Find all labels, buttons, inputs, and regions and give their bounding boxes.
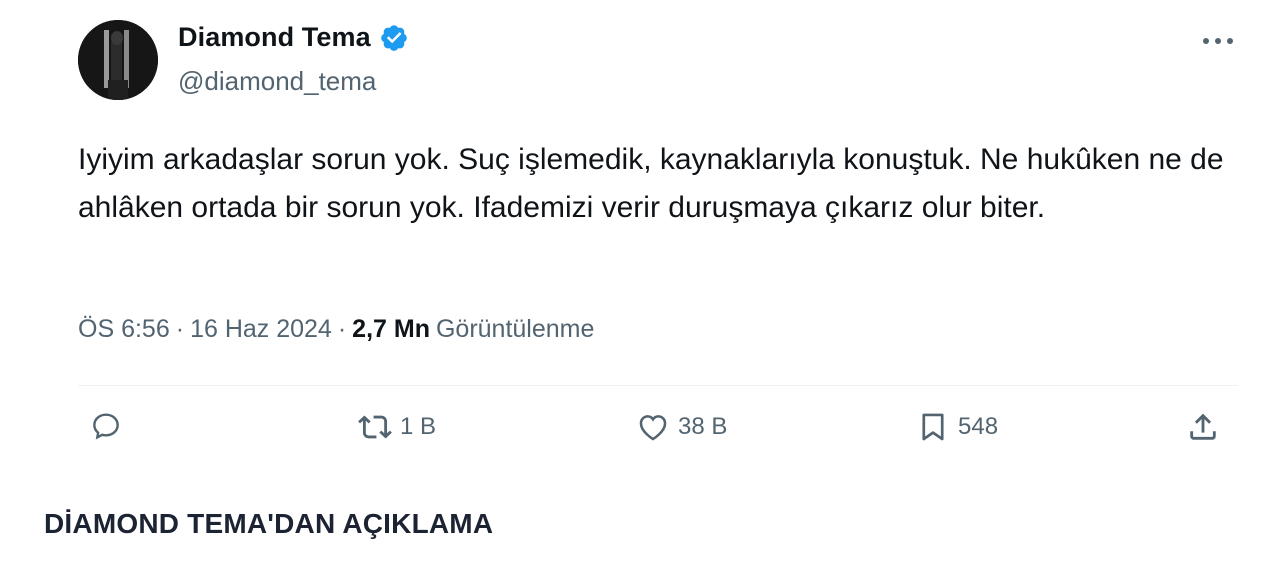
like-icon — [636, 410, 670, 444]
tweet-text: Iyiyim arkadaşlar sorun yok. Suç işlemed… — [78, 143, 1224, 224]
bookmark-count: 548 — [958, 413, 999, 440]
views-label: Görüntülenme — [435, 315, 595, 343]
like-count: 38 B — [678, 413, 728, 440]
views-count: 2,7 Mn — [352, 315, 430, 343]
tweet-card: Diamond Tema @diamond_tema Iyiyim arkada… — [0, 0, 1280, 500]
meta-separator: · — [175, 315, 185, 343]
reply-button[interactable] — [90, 410, 130, 442]
more-icon[interactable] — [1198, 26, 1238, 56]
author-display-name[interactable]: Diamond Tema — [178, 22, 371, 53]
tweet-time[interactable]: ÖS 6:56 — [78, 315, 170, 344]
divider — [78, 385, 1238, 386]
author-handle[interactable]: @diamond_tema — [178, 66, 376, 97]
avatar[interactable] — [78, 20, 158, 100]
caption-heading: DİAMOND TEMA'DAN AÇIKLAMA — [44, 508, 494, 539]
retweet-count: 1 B — [400, 413, 437, 440]
retweet-button[interactable]: 1 B — [358, 410, 436, 444]
share-button[interactable] — [1186, 410, 1220, 444]
verified-badge-icon — [379, 23, 409, 53]
bookmark-button[interactable]: 548 — [916, 410, 998, 444]
retweet-icon — [358, 410, 392, 444]
meta-separator: · — [337, 315, 347, 343]
bookmark-icon — [916, 410, 950, 444]
like-button[interactable]: 38 B — [636, 410, 727, 444]
tweet-meta: ÖS 6:56 · 16 Haz 2024 · 2,7 Mn Görüntüle… — [78, 315, 594, 344]
reply-icon — [90, 410, 122, 442]
author-name-row: Diamond Tema — [178, 22, 409, 53]
tweet-date[interactable]: 16 Haz 2024 — [190, 315, 332, 344]
share-icon — [1186, 410, 1220, 444]
